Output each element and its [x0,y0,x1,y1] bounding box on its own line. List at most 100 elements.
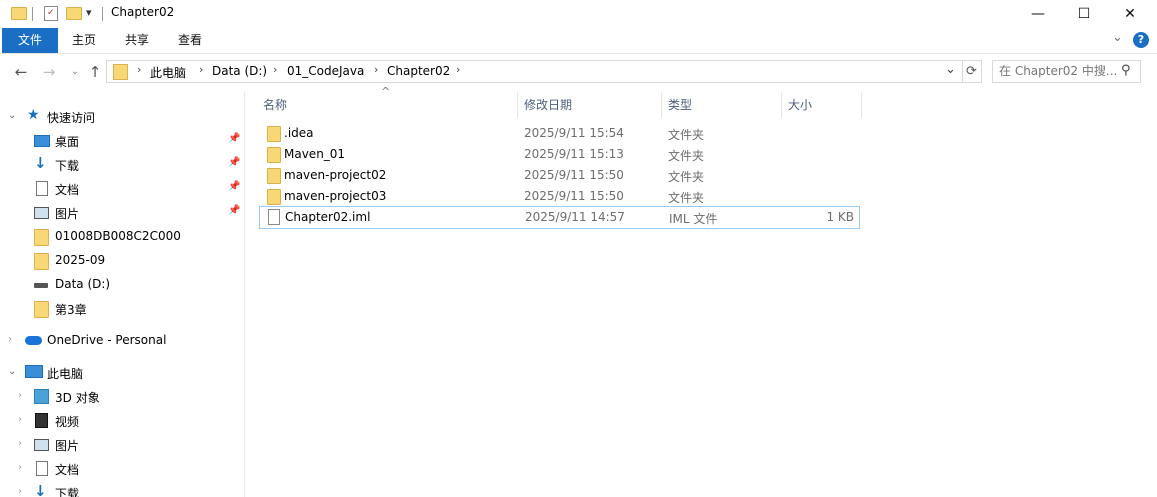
column-divider[interactable] [781,92,782,118]
tab-home[interactable]: 主页 [62,28,106,53]
nav-item-pictures[interactable]: 图片 📌 [0,201,244,225]
folder-icon [267,168,281,184]
forward-arrow-icon[interactable]: → [39,62,59,82]
up-arrow-icon[interactable]: ↑ [85,62,105,82]
column-header-type[interactable]: 类型 [668,96,692,118]
customize-toolbar-icon[interactable]: ▾ [86,6,92,19]
nav-label: 视频 [55,415,80,429]
nav-item-desktop[interactable]: 桌面 📌 [0,129,244,153]
address-bar[interactable]: › 此电脑 › Data (D:) › 01_CodeJava › Chapte… [106,60,963,83]
new-folder-icon[interactable] [66,7,82,20]
chevron-right-icon[interactable]: › [199,63,203,76]
collapsed-chevron-icon[interactable]: › [18,486,22,497]
nav-label: OneDrive - Personal [47,333,167,347]
chevron-right-icon[interactable]: › [273,63,277,76]
file-row[interactable]: Maven_01 2025/9/11 15:13 文件夹 [259,144,858,165]
nav-label: 图片 [55,207,80,221]
breadcrumb-01-codejava[interactable]: 01_CodeJava [287,64,364,78]
file-name: .idea [284,126,314,140]
nav-item-pictures[interactable]: › 图片 [0,433,244,457]
sort-ascending-icon: ^ [381,85,391,98]
ribbon-collapse-icon[interactable]: ⌄ [1112,30,1123,45]
collapsed-chevron-icon[interactable]: › [18,462,22,473]
nav-label: 下载 [55,487,80,497]
nav-item-downloads[interactable]: › ↓ 下载 [0,481,244,497]
nav-item-3d-objects[interactable]: › 3D 对象 [0,385,244,409]
nav-quick-access[interactable]: ⌄ ★ 快速访问 [0,105,244,129]
column-header-size[interactable]: 大小 [788,96,812,118]
search-icon[interactable]: ⚲ [1121,63,1131,78]
nav-item-documents[interactable]: 文档 📌 [0,177,244,201]
back-arrow-icon[interactable]: ← [11,62,31,82]
file-type: 文件夹 [668,191,705,205]
nav-label: 文档 [55,183,80,197]
folder-icon [34,229,49,246]
nav-item-documents[interactable]: › 文档 [0,457,244,481]
collapsed-chevron-icon[interactable]: › [18,414,22,425]
file-row[interactable]: maven-project02 2025/9/11 15:50 文件夹 [259,165,858,186]
search-box[interactable]: ⚲ [992,60,1141,83]
expanded-chevron-icon[interactable]: ⌄ [8,366,16,377]
refresh-icon[interactable]: ⟳ [962,60,982,83]
minimize-button[interactable]: — [1015,0,1061,28]
file-size: 1 KB [826,210,854,224]
collapsed-chevron-icon[interactable]: › [8,334,12,345]
document-icon [36,461,48,476]
nav-item-folder[interactable]: 01008DB008C2C000 [0,225,244,249]
window-title: Chapter02 [111,5,175,19]
folder-icon [113,64,128,80]
file-row[interactable]: maven-project03 2025/9/11 15:50 文件夹 [259,186,858,207]
file-row-selected[interactable]: Chapter02.iml 2025/9/11 14:57 IML 文件 1 K… [259,206,860,229]
file-type: 文件夹 [668,170,705,184]
expanded-chevron-icon[interactable]: ⌄ [8,110,16,121]
address-dropdown-icon[interactable]: ⌄ [945,62,956,77]
folder-icon [267,126,281,142]
search-input[interactable] [999,63,1117,78]
nav-label: 01008DB008C2C000 [55,229,181,243]
nav-item-drive[interactable]: Data (D:) [0,273,244,297]
collapsed-chevron-icon[interactable]: › [18,438,22,449]
nav-label: 文档 [55,463,80,477]
nav-item-downloads[interactable]: ↓ 下载 📌 [0,153,244,177]
pin-icon: 📌 [228,181,241,192]
picture-icon [34,439,49,451]
column-divider[interactable] [517,92,518,118]
folder-icon [34,301,49,318]
close-button[interactable]: ✕ [1107,0,1153,28]
download-arrow-icon: ↓ [34,154,47,172]
recent-locations-chevron-icon[interactable]: ⌄ [65,62,85,82]
nav-this-pc[interactable]: ⌄ 此电脑 [0,361,244,385]
nav-onedrive[interactable]: › OneDrive - Personal [0,329,244,353]
maximize-button[interactable]: ☐ [1061,0,1107,28]
nav-item-folder[interactable]: 2025-09 [0,249,244,273]
help-icon[interactable]: ? [1133,32,1149,48]
file-name: maven-project03 [284,189,387,203]
column-divider[interactable] [861,92,862,118]
tab-file[interactable]: 文件 [2,28,58,53]
breadcrumb-chapter02[interactable]: Chapter02 [387,64,450,78]
file-row[interactable]: .idea 2025/9/11 15:54 文件夹 [259,123,858,144]
file-date: 2025/9/11 15:54 [524,126,624,140]
chevron-right-icon[interactable]: › [456,63,460,76]
chevron-right-icon[interactable]: › [137,63,141,76]
nav-item-videos[interactable]: › 视频 [0,409,244,433]
column-header-date[interactable]: 修改日期 [524,96,572,118]
nav-item-folder[interactable]: 第3章 [0,297,244,321]
breadcrumb-data-d[interactable]: Data (D:) [212,64,267,78]
ribbon-tabs: 文件 主页 共享 查看 ⌄ ? [0,28,1157,54]
nav-label: 快速访问 [47,111,96,125]
column-divider[interactable] [661,92,662,118]
desktop-icon [34,135,50,147]
folder-icon [267,147,281,163]
file-type: IML 文件 [669,212,718,226]
collapsed-chevron-icon[interactable]: › [18,390,22,401]
chevron-right-icon[interactable]: › [374,63,378,76]
cloud-icon [25,336,42,345]
tab-share[interactable]: 共享 [115,28,159,53]
breadcrumb-this-pc[interactable]: 此电脑 [150,64,186,81]
properties-icon[interactable]: ✓ [44,6,58,21]
tab-view[interactable]: 查看 [168,28,212,53]
video-icon [35,413,48,428]
column-header-name[interactable]: 名称 [263,96,287,118]
folder-icon [34,253,49,270]
